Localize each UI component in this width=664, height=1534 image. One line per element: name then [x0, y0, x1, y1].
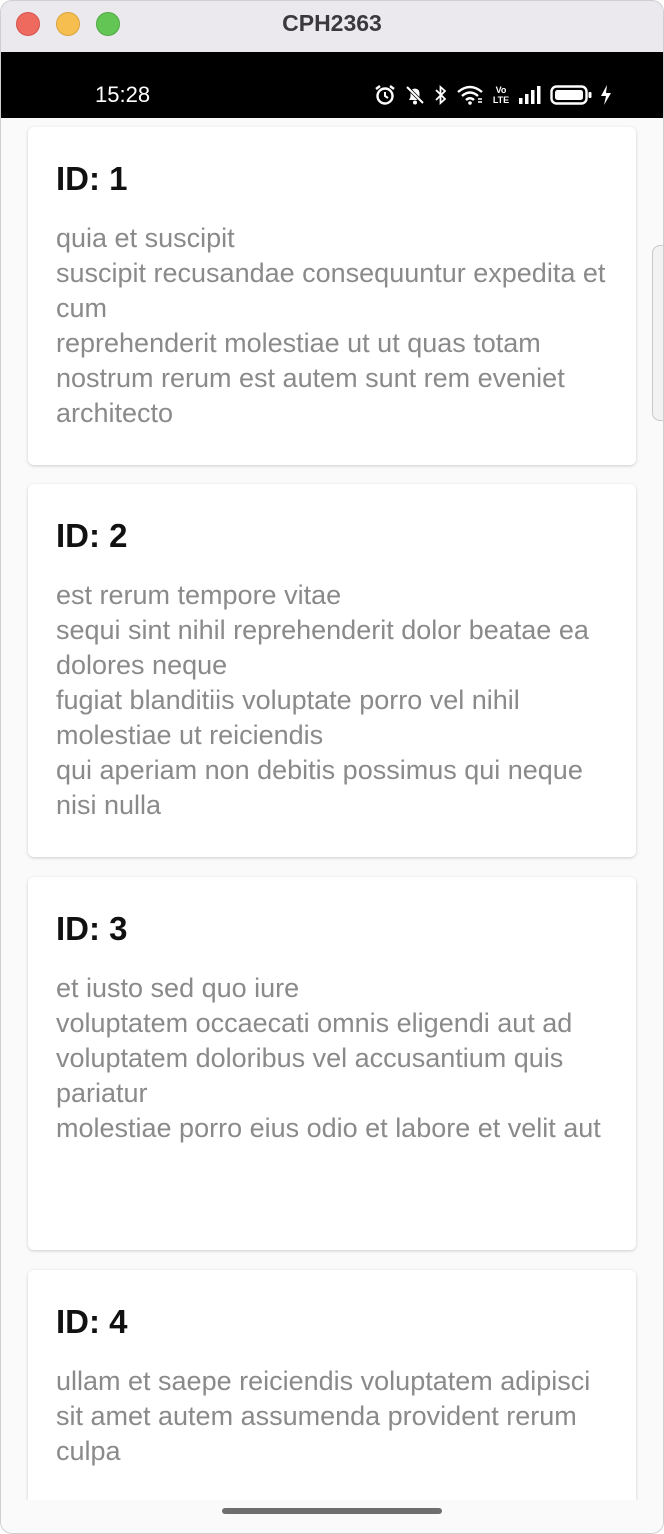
- charging-icon: [601, 85, 611, 105]
- app-window: CPH2363 15:28 Vo LTE ID: 1 quia et susci…: [0, 0, 664, 1534]
- post-title: ID: 2: [56, 517, 128, 554]
- window-title: CPH2363: [282, 10, 382, 36]
- post-body: quia et suscipit suscipit recusandae con…: [56, 223, 606, 428]
- post-title: ID: 4: [56, 1303, 128, 1340]
- signal-icon: [519, 86, 541, 104]
- post-card[interactable]: ID: 2 est rerum tempore vitae sequi sint…: [28, 484, 636, 857]
- post-card[interactable]: ID: 1 quia et suscipit suscipit recusand…: [28, 127, 636, 465]
- window-title-bar: CPH2363: [0, 0, 664, 52]
- wifi-icon: [457, 85, 483, 105]
- battery-icon: [550, 85, 592, 105]
- post-body: ullam et saepe reiciendis voluptatem adi…: [56, 1366, 591, 1466]
- post-list[interactable]: ID: 1 quia et suscipit suscipit recusand…: [0, 118, 664, 1500]
- volte-bottom-label: LTE: [492, 95, 510, 105]
- status-time: 15:28: [95, 82, 151, 107]
- status-icons: Vo LTE: [374, 82, 612, 108]
- scrollbar-thumb[interactable]: [652, 245, 664, 421]
- home-indicator[interactable]: [222, 1508, 442, 1514]
- post-body: et iusto sed quo iure voluptatem occaeca…: [56, 973, 601, 1143]
- post-card[interactable]: ID: 4 ullam et saepe reiciendis voluptat…: [28, 1270, 636, 1500]
- mute-icon: [405, 85, 425, 105]
- bluetooth-icon: [435, 84, 447, 106]
- alarm-icon: [375, 85, 395, 105]
- volte-top-label: Vo: [495, 85, 507, 95]
- post-body: est rerum tempore vitae sequi sint nihil…: [56, 580, 589, 820]
- post-title: ID: 1: [56, 160, 128, 197]
- navigation-bar: [0, 1500, 664, 1534]
- status-bar: 15:28 Vo LTE: [0, 52, 664, 118]
- post-title: ID: 3: [56, 910, 128, 947]
- volte-icon: Vo LTE: [492, 83, 510, 107]
- post-card[interactable]: ID: 3 et iusto sed quo iure voluptatem o…: [28, 877, 636, 1250]
